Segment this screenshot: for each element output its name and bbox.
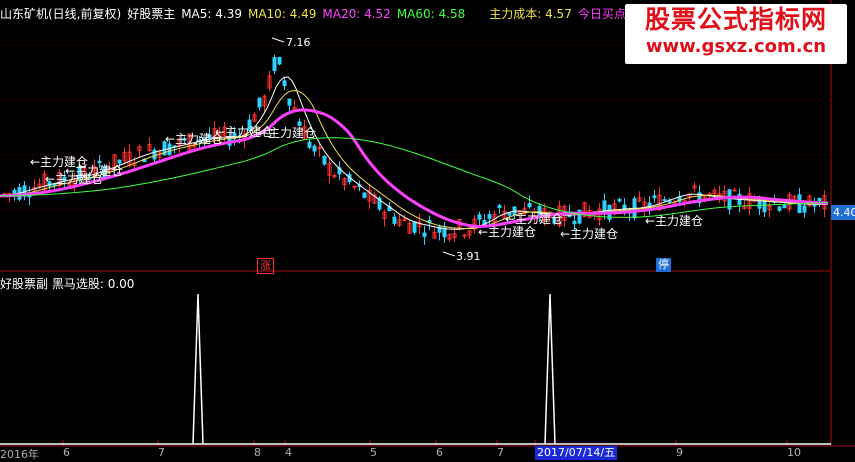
annotation-zhulijiancang: ←主力建仓	[560, 227, 618, 241]
price-tag: 4.40	[831, 205, 855, 220]
ting-marker: 停	[656, 258, 671, 272]
ma60-readout: MA60: 4.58	[396, 7, 466, 21]
indicator-name: 好股票主	[127, 7, 176, 21]
axis-label: 7	[158, 446, 165, 459]
low-pointer	[442, 251, 456, 257]
candle-body	[287, 98, 292, 106]
axis-label: 6	[436, 446, 443, 459]
candle-body	[282, 80, 287, 86]
axis-label: 8	[254, 446, 261, 459]
candle-body	[662, 199, 667, 202]
watermark-logo: 股票公式指标网 www.gsxz.com.cn	[625, 4, 847, 64]
axis-label: 7	[497, 446, 504, 459]
candle-body	[322, 155, 327, 165]
candle-body	[487, 214, 492, 219]
candle-body	[362, 192, 367, 198]
annotation-zhulijiancang: ←主力建仓	[45, 172, 103, 186]
heima-readout: 黑马选股: 0.00	[51, 277, 135, 291]
candle-body	[392, 216, 397, 224]
zhang-marker: 涨	[257, 258, 274, 274]
axis-label: 6	[63, 446, 70, 459]
watermark-title: 股票公式指标网	[644, 5, 827, 34]
heima-spike	[544, 293, 556, 445]
candle-body	[312, 145, 317, 152]
annotation-zhulijiancang: ←主力建仓	[645, 214, 703, 228]
watermark-url: www.gsxz.com.cn	[645, 36, 827, 57]
annotation-zhulijiancang: ←主力建仓	[478, 225, 536, 239]
candle-body	[527, 202, 532, 208]
candle-body	[272, 57, 277, 72]
candle-body	[802, 205, 807, 213]
ma10-readout: MA10: 4.49	[247, 7, 317, 21]
low-label: 3.91	[456, 250, 481, 263]
sub-header: 好股票副 黑马选股: 0.00	[0, 275, 134, 292]
cost-readout: 主力成本: 4.57	[489, 7, 572, 21]
candle-body	[422, 232, 427, 237]
candle-body	[497, 205, 502, 208]
main-header: 山东矿机(日线,前复权) 好股票主 MA5: 4.39 MA10: 4.49 MA20:…	[0, 5, 696, 21]
high-label: 7.16	[286, 36, 311, 49]
candle-body	[257, 97, 262, 108]
candle-body	[477, 214, 482, 220]
candle-body	[652, 195, 657, 199]
sub-indicator-name: 好股票副	[0, 277, 49, 291]
axis-label: 10	[787, 446, 801, 459]
candle-body	[782, 204, 787, 209]
annotation-zhulijiancang: ←主力建仓	[505, 212, 563, 226]
annotation-zhulijiancang: ←主力建仓	[258, 126, 316, 140]
ma20-readout: MA20: 4.52	[322, 7, 391, 21]
candle-body	[352, 185, 357, 188]
heima-spike	[192, 293, 204, 445]
candle-body	[412, 221, 417, 233]
candlestick-chart[interactable]: 7.163.91←主力建仓←主力建仓←主力建仓←主力建仓←主力建仓←主力建仓←主…	[0, 0, 855, 460]
candle-body	[307, 141, 312, 148]
candle-body	[572, 220, 577, 225]
candle-body	[617, 198, 622, 202]
candle-body	[817, 197, 822, 202]
axis-label: 4	[285, 446, 292, 459]
stock-title: 山东矿机(日线,前复权)	[0, 7, 122, 21]
candle-body	[117, 159, 122, 164]
high-pointer	[271, 37, 285, 43]
candle-body	[97, 160, 102, 164]
cursor-date: 2017/07/14/五	[535, 446, 618, 460]
ma5-readout: MA5: 4.39	[181, 7, 242, 21]
candle-body	[12, 189, 17, 195]
candle-body	[777, 206, 782, 211]
time-axis: 2016年 6 7 8 4 5 6 7 9 10	[0, 446, 831, 461]
axis-label: 5	[370, 446, 377, 459]
axis-label: 9	[676, 446, 683, 459]
candle-body	[277, 56, 282, 65]
candle-body	[732, 189, 737, 192]
chart-area[interactable]: 7.16 3.91 ←主力建仓 ←主力建仓 ←主力建仓 ←主力建仓 ←主力建仓 ←主力建仓 ←主…	[0, 0, 855, 460]
